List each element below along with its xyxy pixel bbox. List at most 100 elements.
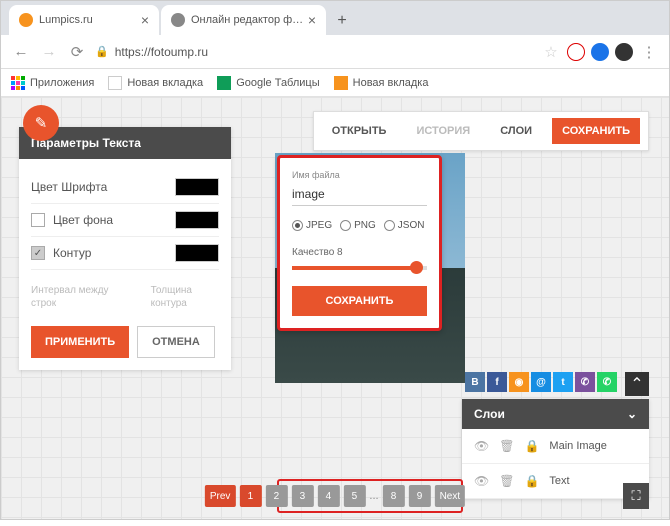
share-vk[interactable]: В bbox=[465, 372, 485, 392]
fullscreen-button[interactable]: ⛶ bbox=[623, 483, 649, 509]
history-button[interactable]: ИСТОРИЯ bbox=[406, 118, 480, 144]
chevron-down-icon[interactable]: ⌄ bbox=[627, 407, 637, 421]
panel-body: Цвет Шрифта Цвет фона ✓ Контур bbox=[19, 159, 231, 370]
font-color-label: Цвет Шрифта bbox=[31, 180, 107, 194]
page-button[interactable]: 5 bbox=[343, 485, 365, 507]
page-icon bbox=[334, 76, 348, 90]
layer-row[interactable]: 👁 🗑 🔒 Text bbox=[462, 464, 649, 499]
trash-icon[interactable]: 🗑 bbox=[499, 439, 514, 453]
lock-icon[interactable]: 🔒 bbox=[524, 474, 539, 488]
bookmark-item[interactable]: Google Таблицы bbox=[217, 76, 319, 90]
radio-json[interactable]: JSON bbox=[384, 220, 425, 231]
filename-input[interactable] bbox=[292, 184, 427, 206]
page-button[interactable]: 4 bbox=[317, 485, 339, 507]
next-button[interactable]: Next bbox=[435, 485, 466, 507]
fullscreen-icon: ⛶ bbox=[631, 488, 640, 504]
url-text: https://fotoump.ru bbox=[115, 45, 208, 59]
share-bar: В f ◉ @ t ✆ ✆ ⌃ bbox=[465, 372, 649, 396]
layer-row[interactable]: 👁 🗑 🔒 Main Image bbox=[462, 429, 649, 464]
page-button[interactable]: 3 bbox=[291, 485, 313, 507]
page-button[interactable]: 2 bbox=[265, 485, 287, 507]
address-bar: ← → ⟳ 🔒 https://fotoump.ru ☆ ⋮ bbox=[1, 35, 669, 69]
pagination: Prev 1 2 3 4 5 ... 8 9 Next bbox=[205, 485, 465, 507]
sheets-icon bbox=[217, 76, 231, 90]
page-button[interactable]: 9 bbox=[409, 485, 431, 507]
open-button[interactable]: ОТКРЫТЬ bbox=[322, 118, 397, 144]
layers-title: Слои bbox=[474, 407, 505, 421]
share-ok[interactable]: ◉ bbox=[509, 372, 529, 392]
bookmark-label: Новая вкладка bbox=[127, 77, 203, 89]
prev-button[interactable]: Prev bbox=[205, 485, 236, 507]
tab-editor[interactable]: Онлайн редактор фото изобра × bbox=[161, 5, 326, 35]
edit-fab[interactable]: ✎ bbox=[23, 105, 59, 141]
tab-bar: Lumpics.ru × Онлайн редактор фото изобра… bbox=[1, 1, 669, 35]
new-tab-button[interactable]: + bbox=[328, 7, 356, 35]
reload-icon[interactable]: ⟳ bbox=[67, 43, 87, 61]
collapse-icon[interactable]: ⌃ bbox=[625, 372, 649, 396]
dialog-save-button[interactable]: СОХРАНИТЬ bbox=[292, 286, 427, 316]
top-action-bar: ОТКРЫТЬ ИСТОРИЯ СЛОИ СОХРАНИТЬ bbox=[313, 111, 649, 151]
bookmark-item[interactable]: Новая вкладка bbox=[334, 76, 429, 90]
outline-checkbox[interactable]: ✓ bbox=[31, 246, 45, 260]
quality-slider[interactable] bbox=[292, 266, 427, 270]
url-field[interactable]: 🔒 https://fotoump.ru bbox=[95, 45, 533, 59]
pencil-icon: ✎ bbox=[35, 114, 48, 132]
page-button[interactable]: 8 bbox=[383, 485, 405, 507]
menu-icon[interactable]: ⋮ bbox=[639, 43, 659, 61]
panel-buttons: ПРИМЕНИТЬ ОТМЕНА bbox=[31, 326, 219, 358]
bookmark-label: Новая вкладка bbox=[353, 77, 429, 89]
star-icon[interactable]: ☆ bbox=[541, 43, 561, 61]
page-icon bbox=[108, 76, 122, 90]
browser-window: Lumpics.ru × Онлайн редактор фото изобра… bbox=[0, 0, 670, 520]
outline-label: Контур bbox=[53, 246, 91, 260]
slider-fill bbox=[292, 266, 416, 270]
share-wa[interactable]: ✆ bbox=[597, 372, 617, 392]
back-icon[interactable]: ← bbox=[11, 43, 31, 60]
radio-icon bbox=[384, 220, 395, 231]
page-ellipsis: ... bbox=[369, 490, 378, 502]
forward-icon[interactable]: → bbox=[39, 43, 59, 60]
bg-color-label: Цвет фона bbox=[53, 213, 113, 227]
bg-color-checkbox[interactable] bbox=[31, 213, 45, 227]
share-viber[interactable]: ✆ bbox=[575, 372, 595, 392]
save-dialog: Имя файла JPEG PNG JSON Качество 8 СОХРА… bbox=[277, 155, 442, 331]
tab-title: Онлайн редактор фото изобра bbox=[191, 14, 306, 26]
radio-png[interactable]: PNG bbox=[340, 220, 376, 231]
close-icon[interactable]: × bbox=[306, 12, 318, 28]
share-fb[interactable]: f bbox=[487, 372, 507, 392]
profile-icon[interactable] bbox=[615, 43, 633, 61]
page-button[interactable]: 1 bbox=[239, 485, 261, 507]
eye-icon[interactable]: 👁 bbox=[474, 474, 489, 488]
ext-icon[interactable] bbox=[567, 43, 585, 61]
layers-title-bar: Слои ⌄ bbox=[462, 399, 649, 429]
filename-label: Имя файла bbox=[292, 170, 427, 180]
outline-row: ✓ Контур bbox=[31, 237, 219, 270]
slider-thumb[interactable] bbox=[410, 261, 423, 274]
color-swatch[interactable] bbox=[175, 211, 219, 229]
eye-icon[interactable]: 👁 bbox=[474, 439, 489, 453]
page-content: ✎ ОТКРЫТЬ ИСТОРИЯ СЛОИ СОХРАНИТЬ Парамет… bbox=[1, 97, 669, 519]
layers-button[interactable]: СЛОИ bbox=[490, 118, 542, 144]
color-swatch[interactable] bbox=[175, 178, 219, 196]
bookmark-item[interactable]: Новая вкладка bbox=[108, 76, 203, 90]
cancel-button[interactable]: ОТМЕНА bbox=[137, 326, 215, 358]
tab-title: Lumpics.ru bbox=[39, 14, 139, 26]
text-params-panel: Параметры Текста Цвет Шрифта Цвет фона ✓ bbox=[19, 127, 231, 370]
tab-lumpics[interactable]: Lumpics.ru × bbox=[9, 5, 159, 35]
share-tw[interactable]: t bbox=[553, 372, 573, 392]
quality-label: Качество 8 bbox=[292, 247, 427, 258]
radio-icon bbox=[340, 220, 351, 231]
apps-icon bbox=[11, 76, 25, 90]
lock-icon: 🔒 bbox=[95, 45, 109, 58]
apps-button[interactable]: Приложения bbox=[11, 76, 94, 90]
ext-icon[interactable] bbox=[591, 43, 609, 61]
lock-icon[interactable]: 🔒 bbox=[524, 439, 539, 453]
close-icon[interactable]: × bbox=[139, 12, 151, 28]
share-mail[interactable]: @ bbox=[531, 372, 551, 392]
color-swatch[interactable] bbox=[175, 244, 219, 262]
radio-jpeg[interactable]: JPEG bbox=[292, 220, 332, 231]
apply-button[interactable]: ПРИМЕНИТЬ bbox=[31, 326, 129, 358]
trash-icon[interactable]: 🗑 bbox=[499, 474, 514, 488]
radio-icon bbox=[292, 220, 303, 231]
save-button[interactable]: СОХРАНИТЬ bbox=[552, 118, 640, 144]
